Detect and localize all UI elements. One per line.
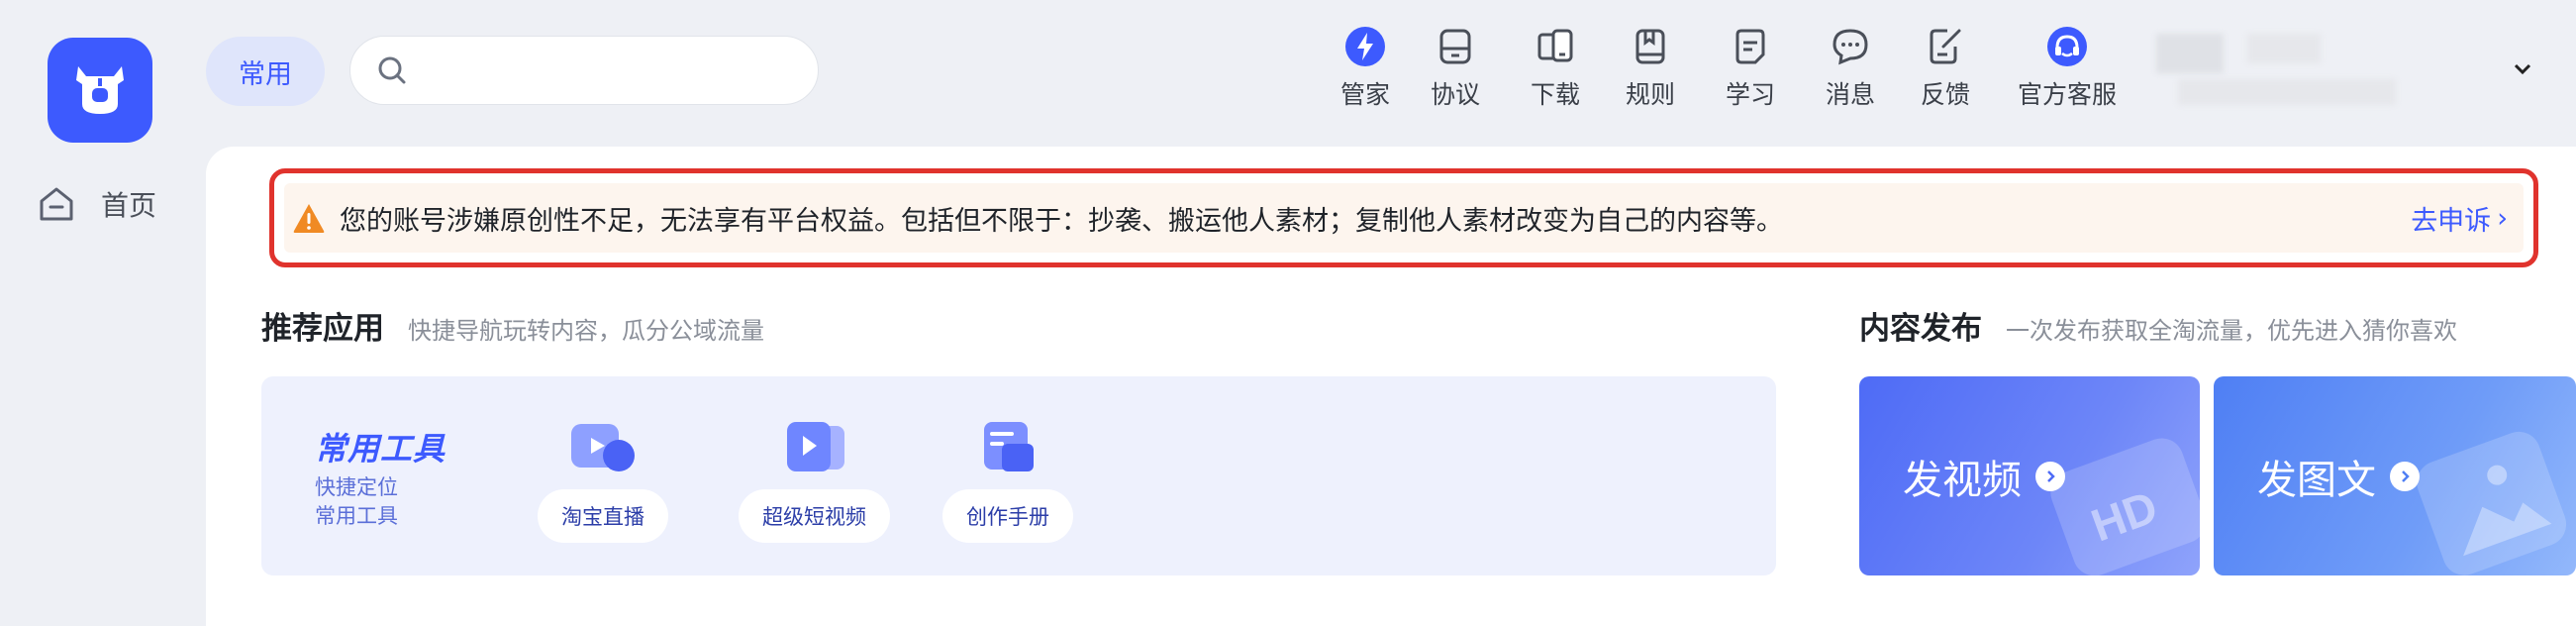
common-chip-button[interactable]: 常用 <box>206 37 325 106</box>
card-label: 发图文 <box>2257 458 2376 503</box>
section-subtitle: 快捷导航玩转内容，瓜分公域流量 <box>408 317 764 345</box>
chat-icon <box>1830 26 1871 67</box>
nav-manager[interactable]: 管家 <box>1340 26 1390 111</box>
tools-sub-line: 快捷定位 <box>315 475 398 499</box>
appeal-link[interactable]: 去申诉 › <box>2411 183 2508 253</box>
devices-icon <box>1535 26 1576 67</box>
alert-message: 您的账号涉嫌原创性不足，无法享有平台权益。包括但不限于：抄袭、搬运他人素材；复制… <box>340 205 1783 237</box>
tools-sub-line: 常用工具 <box>315 504 398 528</box>
search-input[interactable] <box>420 54 800 86</box>
handbook-icon <box>972 416 1043 479</box>
section-subtitle: 一次发布获取全淘流量，优先进入猜你喜欢 <box>2006 317 2457 345</box>
nav-label: 下载 <box>1531 80 1581 109</box>
nav-rules[interactable]: 规则 <box>1626 26 1675 111</box>
app-label: 超级短视频 <box>739 489 890 543</box>
section-title: 推荐应用 <box>261 311 384 347</box>
chevron-right-icon: › <box>2497 202 2508 234</box>
chevron-down-icon[interactable] <box>2513 57 2532 82</box>
nav-label: 反馈 <box>1921 80 1971 109</box>
appeal-link-label: 去申诉 <box>2411 205 2492 237</box>
live-camera-icon <box>567 416 639 479</box>
account-name-blur <box>2247 34 2321 63</box>
nav-agreement[interactable]: 协议 <box>1431 26 1480 111</box>
nav-label: 消息 <box>1826 80 1876 109</box>
lightning-icon <box>1344 26 1386 67</box>
tools-subtitle: 快捷定位 常用工具 <box>315 473 398 531</box>
search-icon <box>378 56 406 84</box>
app-taobao-live[interactable]: 淘宝直播 <box>538 416 668 543</box>
app-super-short-video[interactable]: 超级短视频 <box>739 416 890 543</box>
publish-video-card[interactable]: HD 发视频 <box>1859 376 2200 575</box>
ox-logo-icon <box>76 66 124 114</box>
publish-image-text-card[interactable]: 发图文 <box>2214 376 2576 575</box>
nav-feedback[interactable]: 反馈 <box>1921 26 1970 111</box>
account-info-blur <box>2178 79 2396 105</box>
document-icon <box>1435 26 1476 67</box>
nav-download[interactable]: 下载 <box>1531 26 1580 111</box>
warning-icon <box>293 204 325 233</box>
app-label: 淘宝直播 <box>538 489 668 543</box>
home-icon <box>40 187 73 221</box>
card-label: 发视频 <box>1903 458 2022 503</box>
book-icon <box>1630 26 1671 67</box>
arrow-right-icon <box>2035 462 2065 491</box>
sidebar-item-home[interactable]: 首页 <box>38 184 156 224</box>
section-title: 内容发布 <box>1859 311 1982 347</box>
nav-label: 管家 <box>1340 80 1391 109</box>
nav-label: 官方客服 <box>2018 80 2118 109</box>
arrow-right-icon <box>2390 462 2420 491</box>
nav-label: 学习 <box>1726 80 1776 109</box>
publish-header: 内容发布 一次发布获取全淘流量，优先进入猜你喜欢 <box>1859 303 2457 348</box>
sidebar-item-label: 首页 <box>101 189 157 222</box>
nav-label: 协议 <box>1431 80 1481 109</box>
nav-label: 规则 <box>1626 80 1676 109</box>
nav-messages[interactable]: 消息 <box>1826 26 1875 111</box>
edit-icon <box>1925 26 1966 67</box>
headset-icon <box>2046 26 2088 67</box>
app-label: 创作手册 <box>942 489 1073 543</box>
app-creation-handbook[interactable]: 创作手册 <box>942 416 1073 543</box>
note-icon <box>1730 26 1771 67</box>
app-logo[interactable] <box>48 38 152 143</box>
originality-alert: 您的账号涉嫌原创性不足，无法享有平台权益。包括但不限于：抄袭、搬运他人素材；复制… <box>269 168 2538 267</box>
recommended-header: 推荐应用 快捷导航玩转内容，瓜分公域流量 <box>261 303 764 348</box>
search-box[interactable] <box>349 36 819 105</box>
tools-title: 常用工具 <box>315 430 446 468</box>
video-icon <box>779 416 850 479</box>
nav-learning[interactable]: 学习 <box>1726 26 1775 111</box>
nav-customer-service[interactable]: 官方客服 <box>2018 26 2117 111</box>
avatar[interactable] <box>2156 34 2224 73</box>
